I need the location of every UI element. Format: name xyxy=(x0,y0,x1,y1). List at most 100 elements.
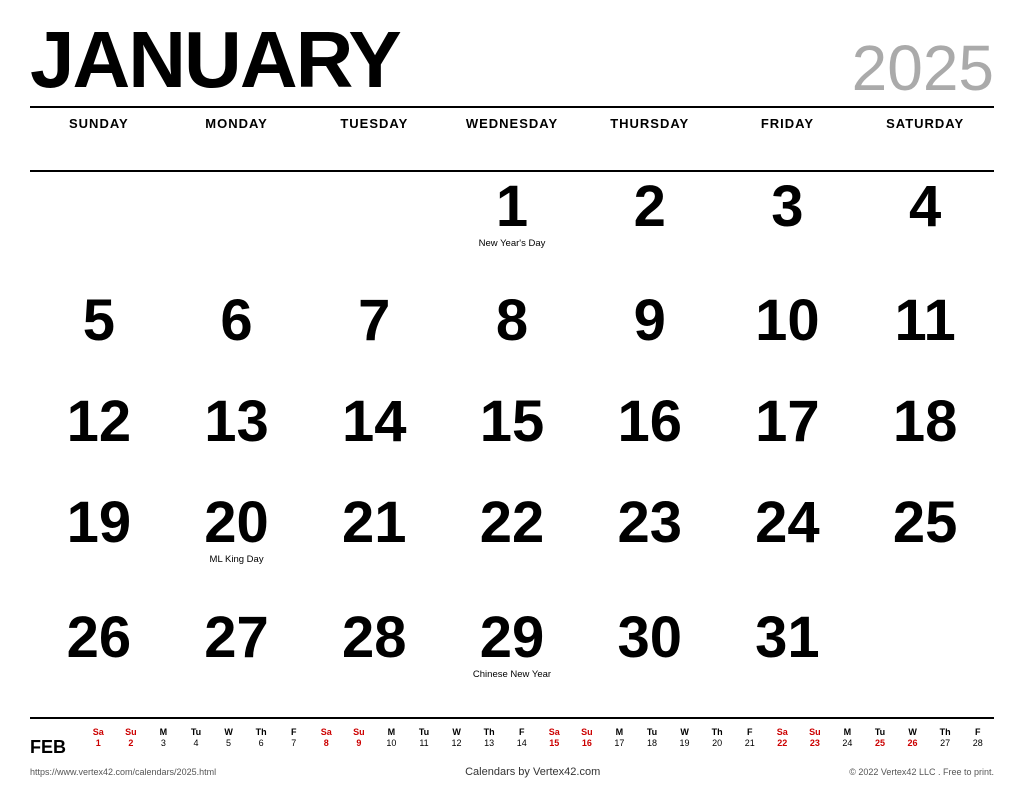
day-cell: 23 xyxy=(581,488,719,602)
day-header: TUESDAY xyxy=(305,108,443,172)
day-number: 10 xyxy=(755,292,820,350)
mini-day-number: 12 xyxy=(440,737,473,749)
mini-day-header: Sa xyxy=(538,727,571,737)
day-number: 22 xyxy=(480,494,545,552)
mini-day-number: 18 xyxy=(636,737,669,749)
day-number: 17 xyxy=(755,393,820,451)
day-number: 30 xyxy=(617,609,682,667)
day-holiday: New Year's Day xyxy=(479,238,546,249)
mini-day-header: F xyxy=(961,727,994,737)
day-number: 23 xyxy=(617,494,682,552)
day-number: 19 xyxy=(67,494,132,552)
mini-day-number: 20 xyxy=(701,737,734,749)
mini-day-header: Tu xyxy=(408,727,441,737)
day-cell: 22 xyxy=(443,488,581,602)
day-number: 12 xyxy=(67,393,132,451)
day-cell: 17 xyxy=(719,387,857,488)
mini-day-header: Sa xyxy=(82,727,115,737)
footer-copyright: © 2022 Vertex42 LLC . Free to print. xyxy=(849,767,994,777)
day-cell: 15 xyxy=(443,387,581,488)
day-number: 25 xyxy=(893,494,958,552)
day-number: 29 xyxy=(480,609,545,667)
day-holiday: ML King Day xyxy=(210,554,264,565)
day-cell xyxy=(168,172,306,286)
mini-day-number: 16 xyxy=(571,737,604,749)
year-title: 2025 xyxy=(852,36,994,100)
day-cell: 24 xyxy=(719,488,857,602)
mini-day-header: Sa xyxy=(766,727,799,737)
day-number: 15 xyxy=(480,393,545,451)
day-number: 7 xyxy=(358,292,390,350)
day-number: 2 xyxy=(634,178,666,236)
mini-month-label: FEB xyxy=(30,727,70,758)
day-number: 24 xyxy=(755,494,820,552)
mini-day-header: M xyxy=(375,727,408,737)
mini-day-header: Th xyxy=(701,727,734,737)
mini-day-header: Tu xyxy=(864,727,897,737)
day-number: 28 xyxy=(342,609,407,667)
day-cell: 25 xyxy=(856,488,994,602)
mini-day-header: Sa xyxy=(310,727,343,737)
day-header: MONDAY xyxy=(168,108,306,172)
day-number: 18 xyxy=(893,393,958,451)
day-cell: 7 xyxy=(305,286,443,387)
day-cell: 1New Year's Day xyxy=(443,172,581,286)
day-cell: 6 xyxy=(168,286,306,387)
mini-day-header: Tu xyxy=(636,727,669,737)
day-number: 16 xyxy=(617,393,682,451)
mini-day-number: 23 xyxy=(799,737,832,749)
mini-day-header: F xyxy=(277,727,310,737)
mini-day-number: 24 xyxy=(831,737,864,749)
mini-day-number: 22 xyxy=(766,737,799,749)
mini-day-number: 11 xyxy=(408,737,441,749)
mini-day-header: W xyxy=(440,727,473,737)
mini-day-header: Th xyxy=(473,727,506,737)
day-cell: 5 xyxy=(30,286,168,387)
mini-day-number: 2 xyxy=(115,737,148,749)
day-number: 20 xyxy=(204,494,269,552)
day-header: SUNDAY xyxy=(30,108,168,172)
day-cell: 16 xyxy=(581,387,719,488)
mini-day-header: W xyxy=(668,727,701,737)
mini-day-number: 25 xyxy=(864,737,897,749)
day-number: 5 xyxy=(83,292,115,350)
day-header: SATURDAY xyxy=(856,108,994,172)
header: JANUARY 2025 xyxy=(30,20,994,100)
day-cell: 2 xyxy=(581,172,719,286)
mini-day-number: 8 xyxy=(310,737,343,749)
day-cell: 21 xyxy=(305,488,443,602)
day-number: 21 xyxy=(342,494,407,552)
mini-day-number: 7 xyxy=(277,737,310,749)
mini-day-header: Su xyxy=(799,727,832,737)
day-cell: 30 xyxy=(581,603,719,717)
mini-day-header: Su xyxy=(115,727,148,737)
mini-day-header: M xyxy=(147,727,180,737)
mini-day-number: 27 xyxy=(929,737,962,749)
day-number: 9 xyxy=(634,292,666,350)
mini-day-number: 3 xyxy=(147,737,180,749)
mini-day-number: 15 xyxy=(538,737,571,749)
mini-day-header: Tu xyxy=(180,727,213,737)
mini-day-header: W xyxy=(896,727,929,737)
day-number: 11 xyxy=(894,292,955,350)
mini-day-number: 28 xyxy=(961,737,994,749)
mini-day-number: 17 xyxy=(603,737,636,749)
day-number: 27 xyxy=(204,609,269,667)
day-cell: 18 xyxy=(856,387,994,488)
footer-url: https://www.vertex42.com/calendars/2025.… xyxy=(30,767,216,777)
mini-day-header: Th xyxy=(929,727,962,737)
mini-grid: SaSuMTuWThFSaSuMTuWThFSaSuMTuWThFSaSuMTu… xyxy=(82,727,994,749)
day-cell: 4 xyxy=(856,172,994,286)
mini-day-number: 4 xyxy=(180,737,213,749)
mini-day-header: W xyxy=(212,727,245,737)
day-cell: 19 xyxy=(30,488,168,602)
day-cell: 26 xyxy=(30,603,168,717)
day-cell: 20 ML King Day xyxy=(168,488,306,602)
day-number: 4 xyxy=(909,178,941,236)
footer-credit: Calendars by Vertex42.com xyxy=(465,766,600,778)
mini-day-number: 21 xyxy=(733,737,766,749)
mini-day-header: Su xyxy=(571,727,604,737)
mini-day-number: 6 xyxy=(245,737,278,749)
day-number: 8 xyxy=(496,292,528,350)
mini-day-header: M xyxy=(603,727,636,737)
